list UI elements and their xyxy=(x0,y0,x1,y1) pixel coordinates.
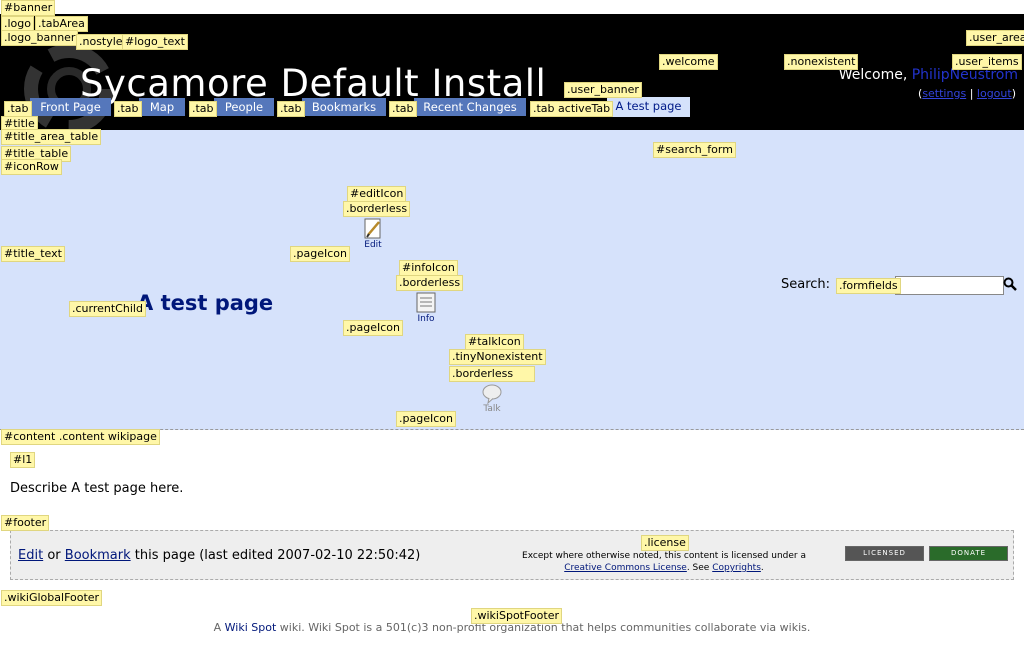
label-logo-text: #logo_text xyxy=(122,34,188,50)
label-borderless-1: .borderless xyxy=(343,201,411,217)
label-wikispotfooter: .wikiSpotFooter xyxy=(471,608,562,624)
label-pageicon-1: .pageIcon xyxy=(290,246,350,262)
tab-map[interactable]: Map xyxy=(139,98,185,116)
donate-badge-text: DONATE xyxy=(950,549,987,557)
footer-bookmark-link[interactable]: Bookmark xyxy=(65,548,131,563)
label-wikiglobalfooter: .wikiGlobalFooter xyxy=(1,590,103,606)
label-search-form: #search_form xyxy=(653,142,736,158)
label-user-area: .user_area xyxy=(966,30,1024,46)
edit-label: Edit xyxy=(364,240,382,250)
label-tinynonexistent: .tinyNonexistent xyxy=(449,349,546,365)
license-dot: . xyxy=(760,563,764,573)
tab-people[interactable]: People xyxy=(214,98,274,116)
label-banner: #banner xyxy=(1,0,56,16)
licensed-badge-text: LICENSED xyxy=(863,549,906,557)
footer-edit-link[interactable]: Edit xyxy=(18,548,43,563)
cc-licensed-badge[interactable]: LICENSED xyxy=(845,546,924,561)
user-items: (settings | logout) xyxy=(918,87,1016,100)
search-input[interactable] xyxy=(895,276,1004,295)
label-logo-banner: .logo_banner xyxy=(1,30,79,46)
wiki-spot-link[interactable]: Wiki Spot xyxy=(225,621,277,634)
logout-link[interactable]: logout xyxy=(977,87,1012,100)
tab-front-page[interactable]: Front Page xyxy=(30,98,111,116)
label-title-text: #title_text xyxy=(1,246,65,262)
page-title: A test page xyxy=(137,291,274,315)
label-talkicon: #talkIcon xyxy=(465,334,524,350)
label-nostyle: .nostyle xyxy=(76,34,126,50)
label-currentchild: .currentChild xyxy=(69,301,146,317)
label-license: .license xyxy=(641,535,689,551)
tab-recent-changes[interactable]: Recent Changes xyxy=(414,98,526,116)
footer-last-edited: this page (last edited 2007-02-10 22:50:… xyxy=(134,548,421,563)
label-borderless-2: .borderless xyxy=(396,275,464,291)
footer-or: or xyxy=(47,548,61,563)
talk-label: Talk xyxy=(483,404,501,414)
edit-page-icon[interactable]: Edit xyxy=(360,218,386,250)
label-pageicon-2: .pageIcon xyxy=(343,320,403,336)
license-see: . See xyxy=(686,563,710,573)
label-welcome: .welcome xyxy=(659,54,718,70)
edit-icon xyxy=(364,218,381,239)
label-borderless-3: .borderless xyxy=(449,366,535,382)
info-label: Info xyxy=(417,314,435,324)
search-icon xyxy=(1003,277,1017,291)
talk-page-icon[interactable]: Talk xyxy=(478,384,506,414)
content-text: Describe A test page here. xyxy=(10,481,184,496)
talk-icon xyxy=(482,384,502,404)
tab-bookmarks[interactable]: Bookmarks xyxy=(302,98,386,116)
search-button[interactable] xyxy=(1002,277,1018,293)
label-editicon: #editIcon xyxy=(347,186,407,202)
label-pageicon-3: .pageIcon xyxy=(396,411,456,427)
info-icon xyxy=(416,292,436,313)
label-formfields: .formfields xyxy=(836,278,901,294)
search-label: Search: xyxy=(781,277,831,292)
label-tab-1: .tab xyxy=(4,101,32,117)
label-title-area-table: #title_area_table xyxy=(1,129,102,145)
label-tab-3: .tab xyxy=(189,101,217,117)
tab-a-test-page[interactable]: A test page xyxy=(607,97,690,117)
separator: | xyxy=(969,87,974,100)
license-line: Except where otherwise noted, this conte… xyxy=(522,551,806,561)
info-page-icon[interactable]: Info xyxy=(412,292,440,324)
paren-close: ) xyxy=(1011,87,1016,100)
label-user-banner: .user_banner xyxy=(564,82,642,98)
label-footer: #footer xyxy=(1,515,50,531)
cc-license-link[interactable]: Creative Commons License xyxy=(564,563,687,573)
label-content: #content .content wikipage xyxy=(1,429,160,445)
label-iconrow: #iconRow xyxy=(1,159,62,175)
label-nonexistent: .nonexistent xyxy=(784,54,859,70)
footer-edit-line: Edit or Bookmark this page (last edited … xyxy=(18,548,420,563)
label-tab-4: .tab xyxy=(277,101,305,117)
label-tab-active: .tab activeTab xyxy=(530,101,614,117)
settings-link[interactable]: settings xyxy=(922,87,966,100)
label-user-items: .user_items xyxy=(952,54,1022,70)
label-tab-5: .tab xyxy=(389,101,417,117)
label-tab-2: .tab xyxy=(114,101,142,117)
footer: Edit or Bookmark this page (last edited … xyxy=(10,530,1014,580)
donate-badge[interactable]: DONATE xyxy=(929,546,1008,561)
label-infoicon: #infoIcon xyxy=(399,260,458,276)
copyrights-link[interactable]: Copyrights xyxy=(712,563,761,573)
license-text: Except where otherwise noted, this conte… xyxy=(509,550,819,574)
label-l1: #l1 xyxy=(10,452,36,468)
global-footer-a: A xyxy=(213,621,222,634)
